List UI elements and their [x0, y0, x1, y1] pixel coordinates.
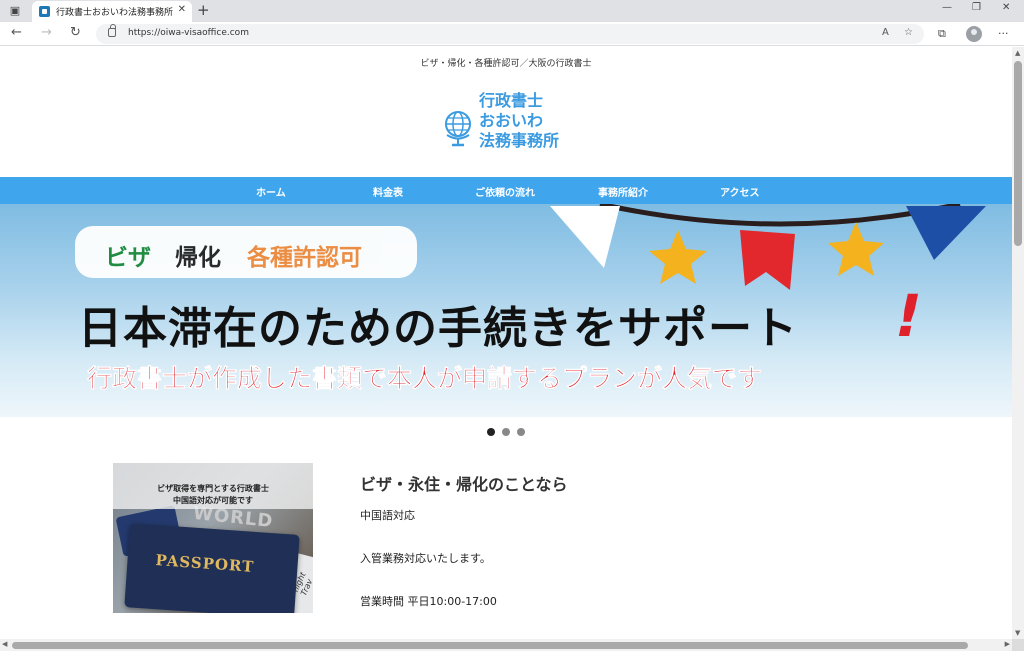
- content-line-2: 入管業務対応いたします。: [360, 552, 491, 565]
- site-logo[interactable]: 行政書士 おおいわ 法務事務所: [443, 91, 583, 153]
- tab-close-icon[interactable]: ✕: [178, 4, 186, 15]
- vertical-scrollbar[interactable]: ▲ ▼: [1012, 47, 1024, 639]
- image-caption-line-1: ビザ取得を専門とする行政書士: [157, 484, 269, 493]
- collections-icon[interactable]: ⧉: [938, 27, 946, 41]
- scroll-up-icon[interactable]: ▲: [1015, 49, 1020, 57]
- url-field[interactable]: https://oiwa-visaoffice.com A ☆: [96, 24, 924, 44]
- plus-icon[interactable]: +: [197, 1, 210, 19]
- browser-tab[interactable]: 行政書士おおいわ法務事務所 ✕: [32, 1, 192, 22]
- nav-item-fees[interactable]: 料金表: [373, 184, 403, 199]
- scrollbar-corner: [1012, 639, 1024, 651]
- horizontal-scroll-thumb[interactable]: [12, 642, 968, 649]
- address-bar: ← → ↻ https://oiwa-visaoffice.com A ☆ ⧉ …: [0, 22, 1024, 46]
- nav-item-flow[interactable]: ご依頼の流れ: [475, 184, 535, 199]
- hero-service-pill: ビザ 帰化 各種許認可: [75, 226, 417, 278]
- site-favicon-icon: [39, 6, 50, 17]
- nav-item-access[interactable]: アクセス: [720, 184, 760, 199]
- carousel-dot-3[interactable]: [517, 428, 525, 436]
- scroll-right-icon[interactable]: ▶: [1005, 640, 1010, 648]
- tab-strip: ▣ 行政書士おおいわ法務事務所 ✕ + — ❐ ✕: [0, 0, 1024, 22]
- window-icon[interactable]: ▣: [6, 2, 24, 20]
- scroll-left-icon[interactable]: ◀: [2, 640, 7, 648]
- reload-icon[interactable]: ↻: [70, 25, 81, 40]
- hero-headline: 日本滞在のための手続きをサポート: [78, 303, 798, 354]
- logo-line-1: 行政書士: [479, 91, 544, 110]
- more-icon[interactable]: ···: [998, 27, 1009, 40]
- hero-subheadline: 行政書士が作成した書類で本人が申請するプランが人気です: [87, 364, 763, 394]
- star-add-icon[interactable]: ☆: [904, 27, 913, 38]
- content-line-1: 中国語対応: [360, 509, 415, 522]
- logo-line-2: おおいわ: [479, 111, 544, 130]
- read-aloud-icon[interactable]: A: [882, 27, 889, 38]
- logo-text: 行政書士 おおいわ 法務事務所: [479, 91, 559, 151]
- site-tagline: ビザ・帰化・各種許認可／大阪の行政書士: [420, 59, 592, 69]
- passport-text: PASSPORT: [154, 551, 255, 576]
- image-caption-line-2: 中国語対応が可能です: [173, 496, 253, 505]
- nav-item-office[interactable]: 事務所紹介: [598, 184, 648, 199]
- passport-image: WORLD flight Trav PASSPORT ビザ取得を専門とする行政書…: [113, 463, 313, 613]
- web-page: ビザ・帰化・各種許認可／大阪の行政書士 行政書士 おおいわ 法務事務所 ホーム …: [0, 47, 1012, 639]
- restore-icon[interactable]: ❐: [972, 2, 981, 13]
- vertical-scroll-thumb[interactable]: [1014, 61, 1022, 246]
- section-title: ビザ・永住・帰化のことなら: [360, 475, 568, 494]
- nav-item-home[interactable]: ホーム: [256, 184, 286, 199]
- passport-cover: PASSPORT: [124, 523, 300, 613]
- pill-visa: ビザ: [105, 245, 151, 271]
- globe-icon: [445, 111, 471, 147]
- forward-arrow-icon[interactable]: →: [41, 25, 52, 40]
- minimize-icon[interactable]: —: [942, 2, 952, 13]
- main-nav: ホーム 料金表 ご依頼の流れ 事務所紹介 アクセス: [0, 177, 1012, 204]
- pill-naturalization: 帰化: [175, 245, 221, 271]
- back-arrow-icon[interactable]: ←: [11, 25, 22, 40]
- carousel-dot-2[interactable]: [502, 428, 510, 436]
- lock-icon[interactable]: [108, 24, 116, 37]
- content-line-3: 営業時間 平日10:00-17:00: [360, 595, 497, 608]
- carousel-dot-1[interactable]: [487, 428, 495, 436]
- horizontal-scrollbar[interactable]: ◀ ▶: [0, 639, 1012, 651]
- scroll-down-icon[interactable]: ▼: [1015, 629, 1020, 637]
- close-window-icon[interactable]: ✕: [1002, 2, 1010, 13]
- hero-banner[interactable]: ビザ 帰化 各種許認可 日本滞在のための手続きをサポート ! 行政書士が作成した…: [0, 204, 1012, 417]
- logo-line-3: 法務事務所: [479, 131, 560, 150]
- profile-icon[interactable]: [966, 26, 982, 42]
- tab-title: 行政書士おおいわ法務事務所: [56, 8, 174, 18]
- pill-permits: 各種許認可: [247, 245, 362, 271]
- url-text[interactable]: https://oiwa-visaoffice.com: [128, 28, 249, 38]
- carousel-indicators: [485, 428, 530, 438]
